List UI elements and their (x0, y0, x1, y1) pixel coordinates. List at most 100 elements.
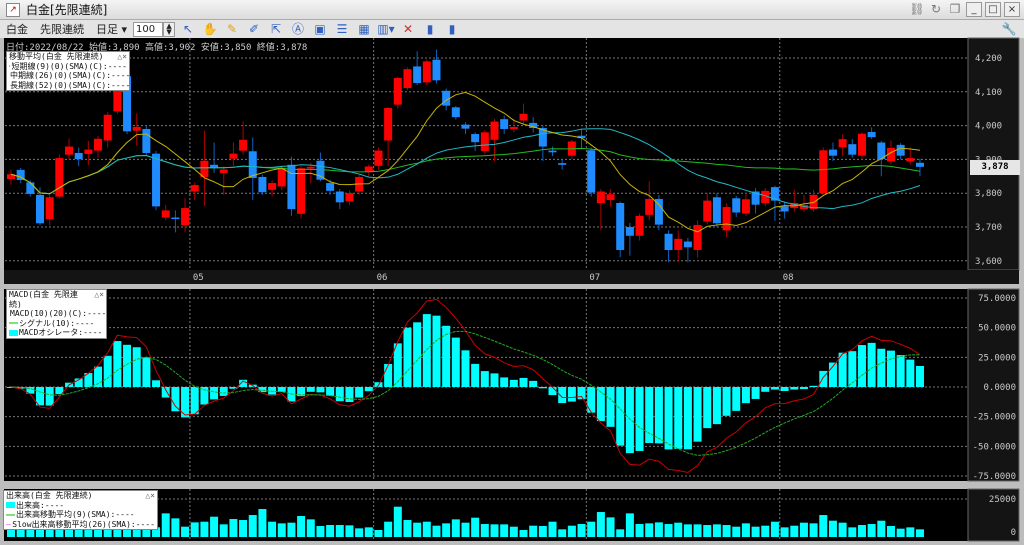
candle-up (45, 197, 54, 220)
volume-bar (393, 506, 402, 537)
volume-bar (500, 524, 509, 537)
candle-up (181, 208, 190, 226)
macd-osc-bar (877, 348, 886, 387)
macd-tick-label: -25.0000 (973, 413, 1016, 423)
chart-canvas[interactable]: 4,2004,1004,0003,9003,8003,7003,60075.00… (0, 0, 1024, 545)
volume-bar (239, 520, 248, 537)
macd-osc-bar (683, 387, 692, 450)
macd-osc-bar (142, 357, 151, 387)
candle-down (712, 197, 721, 224)
macd-tick-label: 0.0000 (983, 383, 1016, 393)
macd-osc-bar (741, 387, 750, 404)
macd-legend[interactable]: MACD(白金 先限連続) △× MACD(10)(20)(C):---- シグナ… (6, 289, 107, 339)
candle-up (674, 238, 683, 250)
macd-osc-bar (219, 387, 228, 396)
candle-up (857, 133, 866, 156)
volume-bar (732, 526, 741, 537)
macd-osc-bar (915, 365, 924, 387)
volume-bar (422, 521, 431, 537)
candle-up (403, 69, 412, 89)
month-label: 05 (193, 273, 204, 283)
candle-down (683, 241, 692, 248)
volume-bar (287, 522, 296, 537)
ma-legend[interactable]: 移動平均(白金 先限連続) △× 短期線(9)(0)(SMA)(C):---- 中… (6, 51, 130, 91)
candle-down (171, 217, 180, 220)
candle-up (606, 194, 615, 200)
macd-tick-label: 75.0000 (978, 294, 1016, 304)
volume-bar (538, 526, 547, 537)
volume-bar (461, 522, 470, 537)
volume-bar (567, 525, 576, 537)
volume-bar (838, 522, 847, 537)
candle-down (625, 227, 634, 236)
candle-up (103, 114, 112, 141)
candle-down (848, 144, 857, 155)
candle-up (200, 160, 209, 177)
volume-bar (451, 519, 460, 537)
volume-bar (616, 529, 625, 537)
volume-bar (654, 522, 663, 537)
macd-osc-bar (606, 387, 615, 427)
volume-bar (761, 525, 770, 537)
volume-bar (519, 530, 528, 537)
candle-up (297, 168, 306, 214)
macd-osc-bar (548, 387, 557, 396)
macd-osc-bar (519, 377, 528, 387)
volume-bar (625, 513, 634, 537)
macd-osc-bar (490, 373, 499, 387)
candle-up (65, 146, 74, 155)
volume-bar (258, 509, 267, 537)
macd-osc-bar (432, 315, 441, 387)
macd-osc-bar (770, 387, 779, 390)
macd-osc-bar (886, 350, 895, 387)
candle-up (703, 200, 712, 222)
macd-osc-bar (451, 337, 460, 387)
macd-osc-bar (509, 379, 518, 387)
volume-bar (809, 523, 818, 537)
candle-up (480, 132, 489, 151)
macd-osc-bar (529, 380, 538, 387)
candle-up (374, 150, 383, 166)
candle-down (335, 191, 344, 203)
volume-bar (306, 519, 315, 537)
candle-up (55, 158, 64, 197)
candle-up (190, 185, 199, 192)
macd-osc-bar (393, 343, 402, 387)
macd-osc-bar (45, 387, 54, 406)
ma-long-label: 長期線(52)(0)(SMA)(C):---- (10, 80, 131, 90)
candle-down (867, 132, 876, 138)
candle-up (509, 126, 518, 129)
macd-osc-bar (326, 387, 335, 396)
candle-up (722, 207, 731, 231)
legend-close-icon[interactable]: △× (117, 52, 127, 62)
macd-osc-bar (616, 387, 625, 446)
macd-osc-bar (712, 387, 721, 425)
candle-down (451, 107, 460, 118)
volume-bar (635, 524, 644, 537)
macd-osc-bar (422, 314, 431, 387)
candle-down (152, 153, 161, 207)
macd-osc-bar (364, 387, 373, 392)
volume-bar (645, 523, 654, 537)
legend-close-icon[interactable]: △× (145, 491, 155, 501)
macd-osc-bar (345, 387, 354, 402)
volume-bar (587, 521, 596, 537)
candle-up (306, 166, 315, 169)
candle-up (84, 149, 93, 154)
volume-legend[interactable]: 出来高(白金 先限連続) △× 出来高:---- 出来高移動平均(9)(SMA):… (3, 490, 158, 530)
volume-bar (190, 522, 199, 537)
ma-legend-title: 移動平均(白金 先限連続) (9, 52, 104, 61)
macd-osc-bar (152, 380, 161, 387)
candle-down (732, 198, 741, 213)
volume-bar (877, 520, 886, 537)
volume-bar (577, 524, 586, 537)
candle-down (896, 144, 905, 156)
macd-osc-bar (780, 387, 789, 392)
macd-tick-label: -50.0000 (973, 442, 1016, 452)
macd-osc-bar (306, 387, 315, 392)
candle-up (384, 108, 393, 141)
volume-bar (558, 529, 567, 537)
volume-bar (171, 518, 180, 537)
legend-close-icon[interactable]: △× (94, 290, 104, 309)
volume-ma-label: 出来高移動平均(9)(SMA):---- (16, 510, 135, 519)
